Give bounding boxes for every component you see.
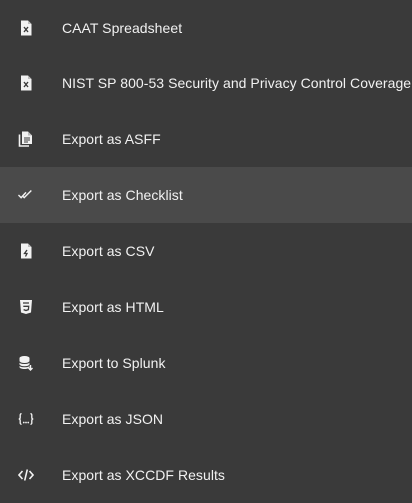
menu-item-export-checklist[interactable]: Export as Checklist	[0, 167, 412, 223]
menu-item-nist-coverage[interactable]: NIST SP 800-53 Security and Privacy Cont…	[0, 55, 412, 111]
export-menu: CAAT Spreadsheet NIST SP 800-53 Security…	[0, 0, 412, 495]
html5-icon	[18, 299, 34, 315]
excel-file-icon	[18, 75, 34, 91]
menu-item-label: Export to Splunk	[62, 355, 166, 371]
menu-item-label: Export as JSON	[62, 411, 164, 427]
menu-item-label: Export as ASFF	[62, 131, 161, 147]
menu-item-label: CAAT Spreadsheet	[62, 19, 183, 36]
menu-item-export-csv[interactable]: Export as CSV	[0, 223, 412, 279]
menu-item-label: Export as CSV	[62, 243, 155, 259]
menu-item-label: Export as HTML	[62, 299, 164, 315]
menu-item-label: Export as XCCDF Results	[62, 467, 225, 483]
database-export-icon	[18, 355, 34, 371]
code-tags-icon	[18, 467, 34, 483]
excel-file-icon	[18, 20, 34, 36]
double-check-icon	[18, 187, 34, 203]
menu-item-export-html[interactable]: Export as HTML	[0, 279, 412, 335]
menu-item-label: NIST SP 800-53 Security and Privacy Cont…	[62, 75, 412, 91]
menu-item-label: Export as Checklist	[62, 187, 183, 203]
csv-file-icon	[18, 243, 34, 259]
menu-item-export-splunk[interactable]: Export to Splunk	[0, 335, 412, 391]
menu-item-export-json[interactable]: Export as JSON	[0, 391, 412, 447]
menu-item-caat-spreadsheet[interactable]: CAAT Spreadsheet	[0, 0, 412, 55]
document-copy-icon	[18, 131, 34, 147]
menu-item-export-asff[interactable]: Export as ASFF	[0, 111, 412, 167]
json-braces-icon	[18, 411, 34, 427]
